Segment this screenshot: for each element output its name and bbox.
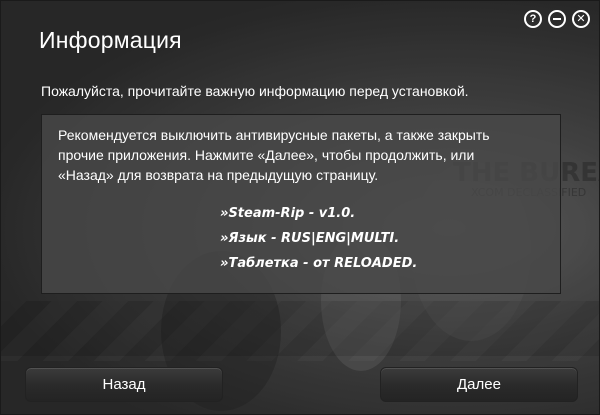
- info-line: Рекомендуется выключить антивирусные пак…: [58, 127, 490, 143]
- info-text: Рекомендуется выключить антивирусные пак…: [58, 125, 553, 185]
- minimize-icon[interactable]: [548, 10, 566, 28]
- bullet-language: »Язык - RUS|ENG|MULTI.: [220, 231, 400, 246]
- release-notes: »Steam-Rip - v1.0. »Язык - RUS|ENG|MULTI…: [220, 201, 417, 276]
- info-line: «Назад» для возврата на предыдущую стран…: [58, 167, 379, 183]
- bullet-version: »Steam-Rip - v1.0.: [220, 206, 356, 221]
- window-title: Информация: [39, 27, 182, 53]
- next-button[interactable]: Далее: [380, 367, 578, 402]
- info-line: прочие приложения. Нажмите «Далее», чтоб…: [58, 147, 475, 163]
- close-icon[interactable]: ✕: [572, 10, 590, 28]
- help-icon[interactable]: ?: [524, 10, 542, 28]
- installer-window: THE BUREAU XCOM DECLASSIFIED Информация …: [0, 0, 600, 415]
- bullet-crack: »Таблетка - от RELOADED.: [220, 256, 418, 271]
- minimize-bar: [553, 18, 561, 20]
- back-button[interactable]: Назад: [25, 367, 223, 402]
- page-subtitle: Пожалуйста, прочитайте важную информацию…: [41, 83, 469, 99]
- info-box[interactable]: Рекомендуется выключить антивирусные пак…: [41, 114, 561, 294]
